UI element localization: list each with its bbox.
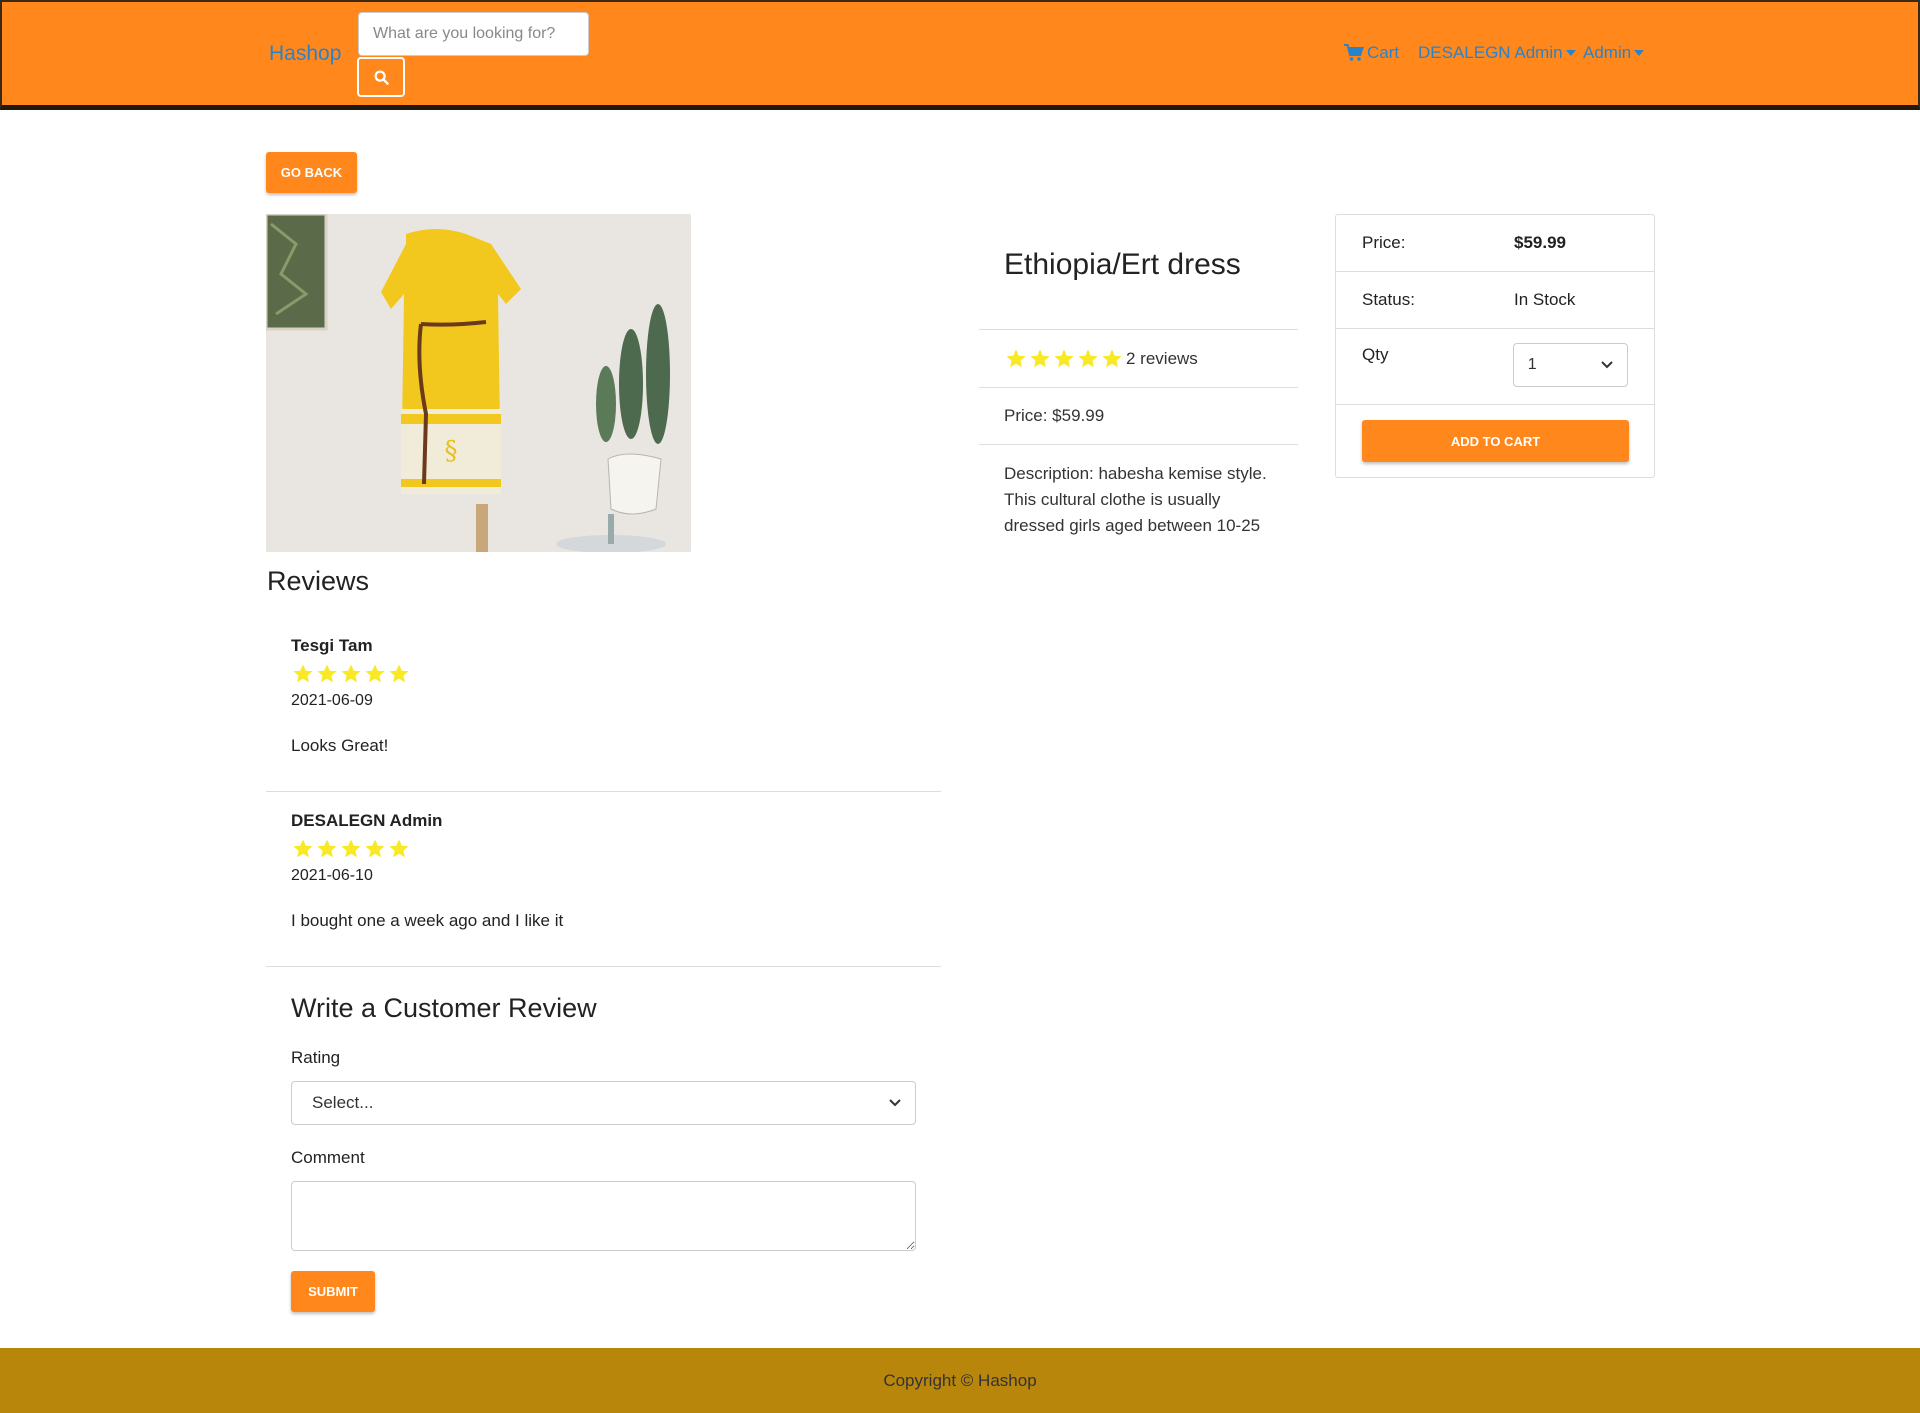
product-image: § — [266, 214, 691, 552]
card-status-label: Status: — [1362, 290, 1415, 309]
product-description-line: dressed girls aged between 10-25 — [1004, 516, 1261, 535]
caret-down-icon — [1634, 50, 1645, 56]
card-status-row: Status: In Stock — [1336, 272, 1654, 329]
product-description-line: Description: habesha kemise style. — [1004, 464, 1267, 483]
star-icon — [341, 664, 361, 683]
svg-text:§: § — [445, 436, 458, 466]
star-icon — [317, 839, 337, 858]
admin-menu-dropdown[interactable]: Admin — [1583, 43, 1645, 63]
review-stars — [291, 662, 941, 686]
user-menu-dropdown[interactable]: DESALEGN Admin — [1418, 43, 1576, 63]
product-info-list: 2 reviews Price: $59.99 Description: hab… — [979, 329, 1298, 544]
product-price-row: Price: $59.99 — [979, 387, 1298, 444]
review-comment: I bought one a week ago and I like it — [291, 911, 564, 930]
navbar: Hashop Cart DESALEGN Admin Admin — [0, 0, 1920, 110]
star-icon — [1102, 349, 1122, 367]
star-icon — [389, 664, 409, 683]
add-to-cart-button[interactable]: ADD TO CART — [1362, 420, 1629, 462]
cart-label: Cart — [1367, 43, 1400, 62]
review-item: Tesgi Tam 2021-06-09 Looks Great! — [266, 626, 941, 792]
cart-link[interactable]: Cart — [1344, 43, 1399, 63]
qty-select[interactable]: 1 — [1512, 343, 1628, 387]
search-input[interactable] — [358, 12, 589, 56]
review-comment: Looks Great! — [291, 736, 389, 755]
review-item: DESALEGN Admin 2021-06-10 I bought one a… — [266, 801, 941, 967]
comment-textarea[interactable] — [291, 1181, 916, 1251]
star-icon — [293, 839, 313, 858]
star-icon — [317, 664, 337, 683]
review-stars — [291, 837, 941, 861]
submit-review-button[interactable]: SUBMIT — [291, 1271, 375, 1312]
product-description-row: Description: habesha kemise style. This … — [979, 444, 1298, 544]
rating-label: Rating — [291, 1048, 341, 1067]
star-icon — [389, 839, 409, 858]
reviews-count: 2 reviews — [1126, 348, 1198, 368]
star-icon — [1006, 349, 1026, 367]
review-author: Tesgi Tam — [291, 636, 373, 655]
star-icon — [365, 839, 385, 858]
comment-label: Comment — [291, 1148, 365, 1167]
search-button[interactable] — [357, 57, 405, 97]
brand-logo[interactable]: Hashop — [269, 42, 341, 66]
search-icon — [373, 69, 389, 85]
product-rating-stars — [1004, 347, 1124, 371]
caret-down-icon — [1565, 50, 1576, 56]
rating-select[interactable]: Select... — [291, 1081, 916, 1125]
admin-menu-label: Admin — [1583, 43, 1632, 62]
card-qty-row: Qty 1 — [1336, 329, 1654, 405]
reviews-heading: Reviews — [267, 566, 370, 596]
chevron-down-icon — [889, 1099, 901, 1107]
star-icon — [365, 664, 385, 683]
review-author: DESALEGN Admin — [291, 811, 443, 830]
star-icon — [1030, 349, 1050, 367]
footer: Copyright © Hashop — [0, 1348, 1920, 1413]
user-menu-label: DESALEGN Admin — [1418, 43, 1563, 62]
product-description-line: This cultural clothe is usually — [1004, 490, 1221, 509]
card-status-value: In Stock — [1514, 290, 1576, 309]
qty-value: 1 — [1527, 356, 1537, 373]
rating-selected-value: Select... — [312, 1093, 374, 1112]
review-date: 2021-06-09 — [291, 692, 373, 709]
card-qty-label: Qty — [1362, 345, 1389, 364]
card-price-value: $59.99 — [1514, 233, 1566, 252]
write-review-heading: Write a Customer Review — [291, 993, 597, 1023]
product-price: Price: $59.99 — [1004, 406, 1105, 425]
product-title: Ethiopia/Ert dress — [1004, 248, 1241, 281]
buy-card: Price: $59.99 Status: In Stock Qty 1 ADD… — [1335, 214, 1655, 478]
review-date: 2021-06-10 — [291, 867, 373, 884]
star-icon — [1054, 349, 1074, 367]
star-icon — [293, 664, 313, 683]
card-price-row: Price: $59.99 — [1336, 215, 1654, 272]
go-back-button[interactable]: GO BACK — [266, 152, 357, 193]
card-price-label: Price: — [1362, 233, 1406, 252]
product-rating-row: 2 reviews — [979, 329, 1298, 387]
star-icon — [1078, 349, 1098, 367]
copyright-text: Copyright © Hashop — [883, 1370, 1037, 1390]
chevron-down-icon — [1601, 361, 1613, 369]
product-description: Description: habesha kemise style. This … — [1004, 461, 1267, 539]
cart-icon — [1344, 44, 1364, 61]
star-icon — [341, 839, 361, 858]
